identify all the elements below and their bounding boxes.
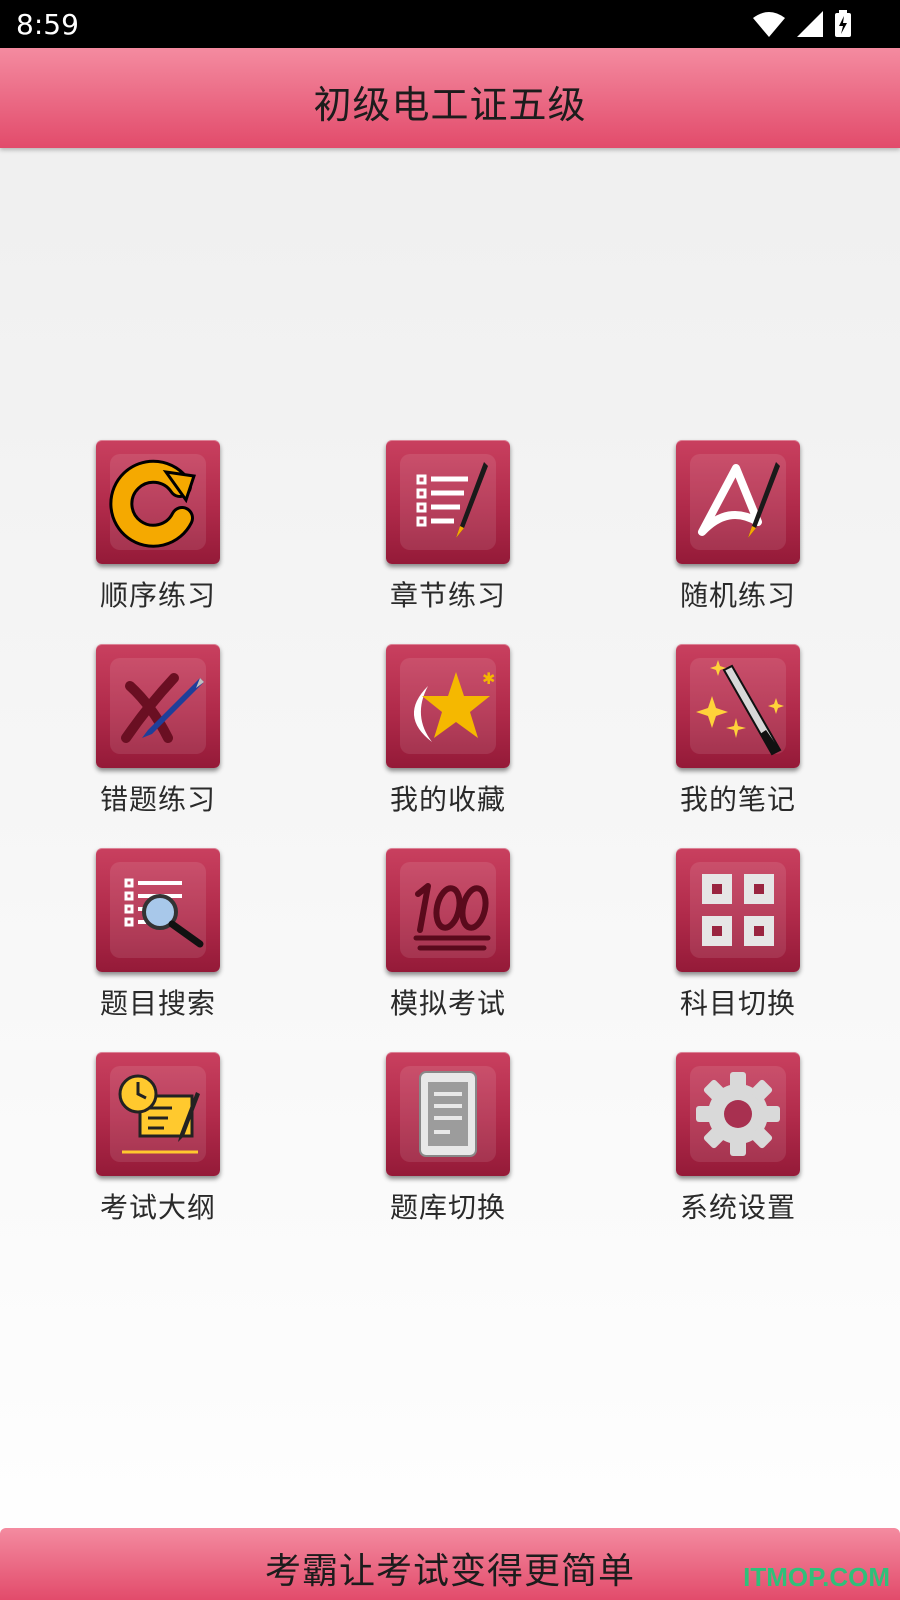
svg-text:✱: ✱ [482,669,495,688]
menu-item-exam-syllabus[interactable]: 考试大纲 [56,1052,256,1242]
menu-tile [96,440,220,564]
page-title: 初级电工证五级 [313,83,587,127]
menu-item-favorites[interactable]: ✱ 我的收藏 [346,644,546,834]
cross-with-pen-icon [121,673,204,743]
triangle-with-pen-icon [698,462,780,538]
document-icon [419,1071,477,1157]
menu-item-label: 科目切换 [679,987,796,1020]
menu-item-sequential-practice[interactable]: 顺序练习 [56,440,256,630]
menu-tile [386,848,510,972]
menu-item-subject-switch[interactable]: 科目切换 [636,848,836,1038]
menu-tile [676,644,800,768]
menu-item-label: 我的笔记 [679,783,796,816]
menu-item-label: 章节练习 [389,579,506,612]
bottom-banner: 考霸让考试变得更简单 ITMOP.COM [0,1528,900,1600]
menu-item-question-bank-switch[interactable]: 题库切换 [346,1052,546,1242]
menu-tile [386,440,510,564]
menu-item-question-search[interactable]: 题目搜索 [56,848,256,1038]
list-with-pen-icon [416,462,488,538]
menu-tile [96,848,220,972]
menu-item-label: 题库切换 [389,1191,506,1224]
gear-icon [696,1072,780,1156]
menu-item-notes[interactable]: 我的笔记 [636,644,836,834]
menu-item-label: 错题练习 [99,783,216,816]
watermark: ITMOP.COM [743,1562,890,1592]
status-icons [752,10,852,42]
menu-item-label: 顺序练习 [99,579,216,612]
magic-wand-icon [696,660,784,756]
menu-item-random-practice[interactable]: 随机练习 [636,440,836,630]
cellular-signal-icon [796,10,824,42]
status-time: 8:59 [16,8,79,41]
clock-document-icon [118,1074,200,1154]
menu-item-label: 题目搜索 [99,987,216,1020]
star-icon: ✱ [413,669,495,742]
app-bar: 初级电工证五级 [0,48,900,148]
menu-item-label: 随机练习 [679,579,796,612]
grid-squares-icon [702,874,774,946]
menu-item-label: 我的收藏 [389,783,506,816]
menu-tile [676,1052,800,1176]
menu-tile [96,644,220,768]
menu-tile [676,440,800,564]
menu-item-mock-exam[interactable]: 模拟考试 [346,848,546,1038]
hundred-points-icon [413,883,491,951]
menu-item-system-settings[interactable]: 系统设置 [636,1052,836,1242]
menu-tile [386,1052,510,1176]
menu-item-label: 模拟考试 [389,987,506,1020]
menu-item-chapter-practice[interactable]: 章节练习 [346,440,546,630]
menu-tile [96,1052,220,1176]
menu-tile [676,848,800,972]
menu-tile: ✱ [386,644,510,768]
menu-item-label: 系统设置 [679,1191,796,1224]
list-magnifier-icon [124,878,204,948]
circular-arrow-icon [109,459,196,548]
menu-item-wrong-questions[interactable]: 错题练习 [56,644,256,834]
wifi-icon [752,10,786,42]
menu-item-label: 考试大纲 [99,1191,216,1224]
status-bar: 8:59 [0,0,900,48]
battery-charging-icon [834,10,852,42]
